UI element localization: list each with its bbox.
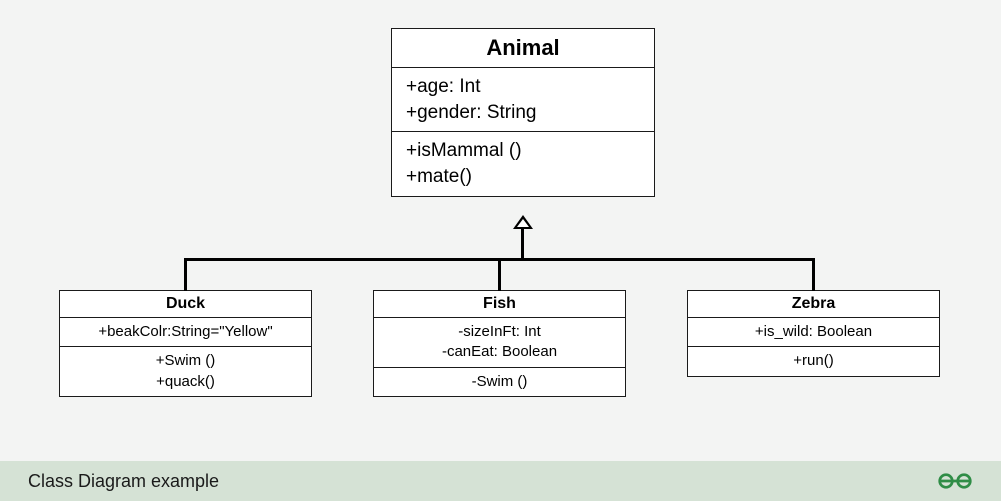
class-box-zebra: Zebra +is_wild: Boolean +run() (687, 290, 940, 377)
generalization-arrowhead-icon (513, 215, 533, 229)
connector-line (498, 258, 501, 291)
class-attributes: +age: Int +gender: String (392, 68, 654, 131)
geeksforgeeks-logo-icon (937, 471, 973, 491)
connector-line (521, 229, 524, 260)
caption-bar: Class Diagram example (0, 461, 1001, 501)
class-methods: +isMammal () +mate() (392, 131, 654, 195)
class-attributes: +beakColr:String="Yellow" (60, 318, 311, 346)
class-methods: -Swim () (374, 367, 625, 396)
connector-line (812, 258, 815, 291)
class-attributes: +is_wild: Boolean (688, 318, 939, 346)
connector-line (184, 258, 187, 291)
class-title: Fish (374, 291, 625, 318)
class-title: Duck (60, 291, 311, 318)
class-title: Zebra (688, 291, 939, 318)
uml-class-diagram: Animal +age: Int +gender: String +isMamm… (0, 0, 1001, 460)
class-methods: +run() (688, 346, 939, 375)
caption-text: Class Diagram example (28, 471, 219, 492)
class-box-fish: Fish -sizeInFt: Int -canEat: Boolean -Sw… (373, 290, 626, 397)
class-box-duck: Duck +beakColr:String="Yellow" +Swim () … (59, 290, 312, 397)
class-attributes: -sizeInFt: Int -canEat: Boolean (374, 318, 625, 367)
class-title: Animal (392, 29, 654, 68)
class-methods: +Swim () +quack() (60, 346, 311, 396)
class-box-animal: Animal +age: Int +gender: String +isMamm… (391, 28, 655, 197)
